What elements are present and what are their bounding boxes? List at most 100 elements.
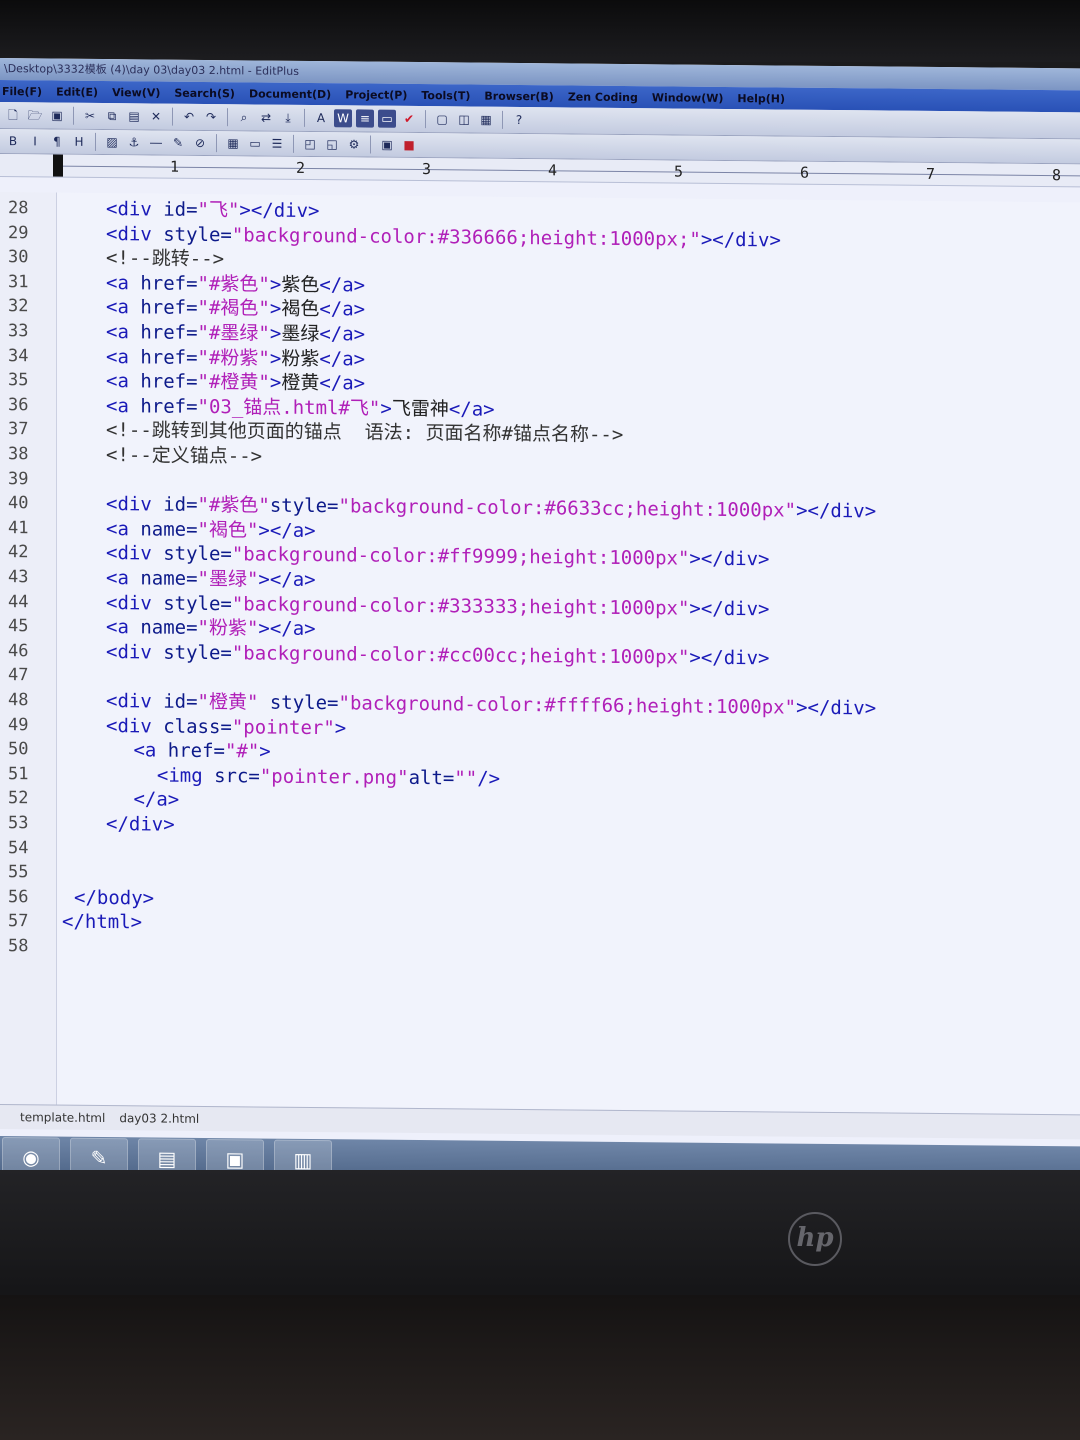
- code-token: ></a>: [258, 617, 316, 641]
- code-token: "background-color:#cc00cc;height:1000px": [231, 642, 690, 669]
- line-number: 36: [8, 394, 29, 416]
- line-number-icon[interactable]: ≡: [356, 109, 374, 128]
- preview-icon[interactable]: ▣: [378, 136, 396, 154]
- code-token: </div>: [106, 813, 175, 836]
- bold-icon[interactable]: B: [4, 132, 22, 150]
- file-tab[interactable]: template.html: [20, 1110, 105, 1125]
- code-token: "": [454, 767, 478, 790]
- code-token: ></div>: [689, 548, 770, 571]
- code-token: 褐色: [281, 298, 320, 321]
- paste-icon[interactable]: ▤: [125, 107, 143, 125]
- code-token: </a>: [122, 788, 180, 812]
- toolbar-separator: [304, 108, 305, 127]
- menu-item[interactable]: Browser(B): [484, 89, 553, 103]
- code-token: style=: [163, 223, 232, 246]
- code-token: style=: [163, 641, 232, 665]
- menu-item[interactable]: Project(P): [345, 88, 407, 102]
- open-file-icon[interactable]: 🗁: [26, 106, 44, 124]
- span-icon[interactable]: ◱: [323, 135, 341, 153]
- goto-icon[interactable]: ⤓: [279, 109, 297, 127]
- ruler-mark: 6: [800, 163, 810, 182]
- anchor-icon[interactable]: ⚓: [125, 133, 143, 151]
- code-token: <div: [106, 690, 164, 713]
- menu-item[interactable]: Window(W): [652, 91, 724, 105]
- menu-item[interactable]: Help(H): [737, 92, 785, 105]
- word-wrap-icon[interactable]: W: [334, 109, 352, 128]
- line-number: 40: [8, 493, 29, 514]
- cut-icon[interactable]: ✂: [81, 107, 99, 125]
- menu-item[interactable]: Tools(T): [421, 89, 470, 102]
- code-text: <a name="粉紫"></a>: [106, 615, 316, 641]
- ruler-mark: 5: [674, 162, 684, 181]
- file-tab[interactable]: day03 2.html: [119, 1111, 199, 1126]
- toolbar-separator: [293, 134, 294, 153]
- code-token: href=: [140, 370, 198, 394]
- menu-item[interactable]: File(F): [2, 85, 42, 98]
- italic-icon[interactable]: I: [26, 132, 44, 150]
- code-editor[interactable]: 28 <div id="飞"></div> 29 <div style="backgr…: [0, 192, 1080, 1118]
- undo-icon[interactable]: ↶: [180, 108, 198, 126]
- copy-icon[interactable]: ⧉: [103, 107, 121, 125]
- code-token: "03_锚点.html#飞": [197, 395, 381, 420]
- code-token: alt=: [408, 766, 455, 790]
- code-token: href=: [140, 321, 198, 344]
- hr-icon[interactable]: ―: [147, 133, 165, 151]
- code-token: ></div>: [689, 646, 770, 670]
- ruler-mark: 3: [422, 160, 432, 179]
- code-token: 橙黄: [281, 371, 320, 395]
- code-token: src=: [214, 764, 260, 788]
- code-text: <a name="褐色"></a>: [106, 517, 316, 543]
- code-text: </div>: [106, 812, 175, 837]
- list-icon[interactable]: ☰: [268, 135, 286, 153]
- paragraph-icon[interactable]: ¶: [48, 132, 66, 150]
- code-token: >: [380, 397, 392, 420]
- hp-logo: hp: [788, 1212, 842, 1266]
- save-icon[interactable]: ▣: [48, 106, 66, 124]
- window-icon[interactable]: ▢: [433, 110, 451, 128]
- code-text: <a href="#褐色">褐色</a>: [106, 295, 365, 321]
- color-icon[interactable]: ✎: [169, 134, 187, 152]
- table-icon[interactable]: ▦: [224, 134, 242, 152]
- script-icon[interactable]: ⚙: [345, 135, 363, 153]
- code-token: "褐色": [197, 518, 259, 542]
- menu-item[interactable]: Edit(E): [56, 85, 98, 98]
- new-file-icon[interactable]: 🗋: [4, 106, 22, 124]
- menu-item[interactable]: Search(S): [174, 86, 235, 100]
- find-icon[interactable]: ⌕: [235, 108, 253, 126]
- code-token: ></div>: [689, 597, 770, 620]
- font-icon[interactable]: A: [312, 109, 330, 127]
- line-number: 33: [8, 321, 29, 342]
- screen-icon[interactable]: ▦: [477, 111, 495, 129]
- code-token: <a: [106, 271, 141, 295]
- code-token: <a: [106, 321, 141, 344]
- replace-icon[interactable]: ⇄: [257, 108, 275, 126]
- code-token: style=: [269, 691, 339, 715]
- menu-item[interactable]: Zen Coding: [568, 90, 638, 104]
- desk-surface: [0, 1295, 1080, 1440]
- code-token: <a: [106, 345, 141, 368]
- link-icon[interactable]: ⊘: [191, 134, 209, 152]
- delete-icon[interactable]: ✕: [147, 107, 165, 125]
- code-token: >: [269, 347, 282, 370]
- code-token: name=: [140, 567, 198, 590]
- browser-icon[interactable]: ◫: [455, 110, 473, 128]
- div-icon[interactable]: ◰: [301, 135, 319, 153]
- redo-icon[interactable]: ↷: [202, 108, 220, 126]
- line-number: 47: [8, 665, 29, 686]
- toolbar-separator: [502, 110, 503, 129]
- ruler-cursor: [53, 154, 63, 177]
- menu-item[interactable]: View(V): [112, 86, 160, 99]
- form-icon[interactable]: ▭: [246, 134, 264, 152]
- menu-item[interactable]: Document(D): [249, 87, 331, 101]
- line-number: 42: [8, 542, 29, 563]
- code-token: class=: [163, 715, 232, 738]
- code-token: >: [269, 322, 282, 345]
- code-token: <a: [106, 616, 141, 639]
- spellcheck-icon[interactable]: ✔: [400, 110, 418, 128]
- line-number: 49: [8, 714, 29, 735]
- help-icon[interactable]: ?: [510, 111, 528, 129]
- heading-icon[interactable]: H: [70, 133, 88, 151]
- ruler-icon[interactable]: ▭: [378, 109, 396, 128]
- image-icon[interactable]: ▨: [103, 133, 121, 151]
- palette-icon[interactable]: ■: [400, 136, 418, 154]
